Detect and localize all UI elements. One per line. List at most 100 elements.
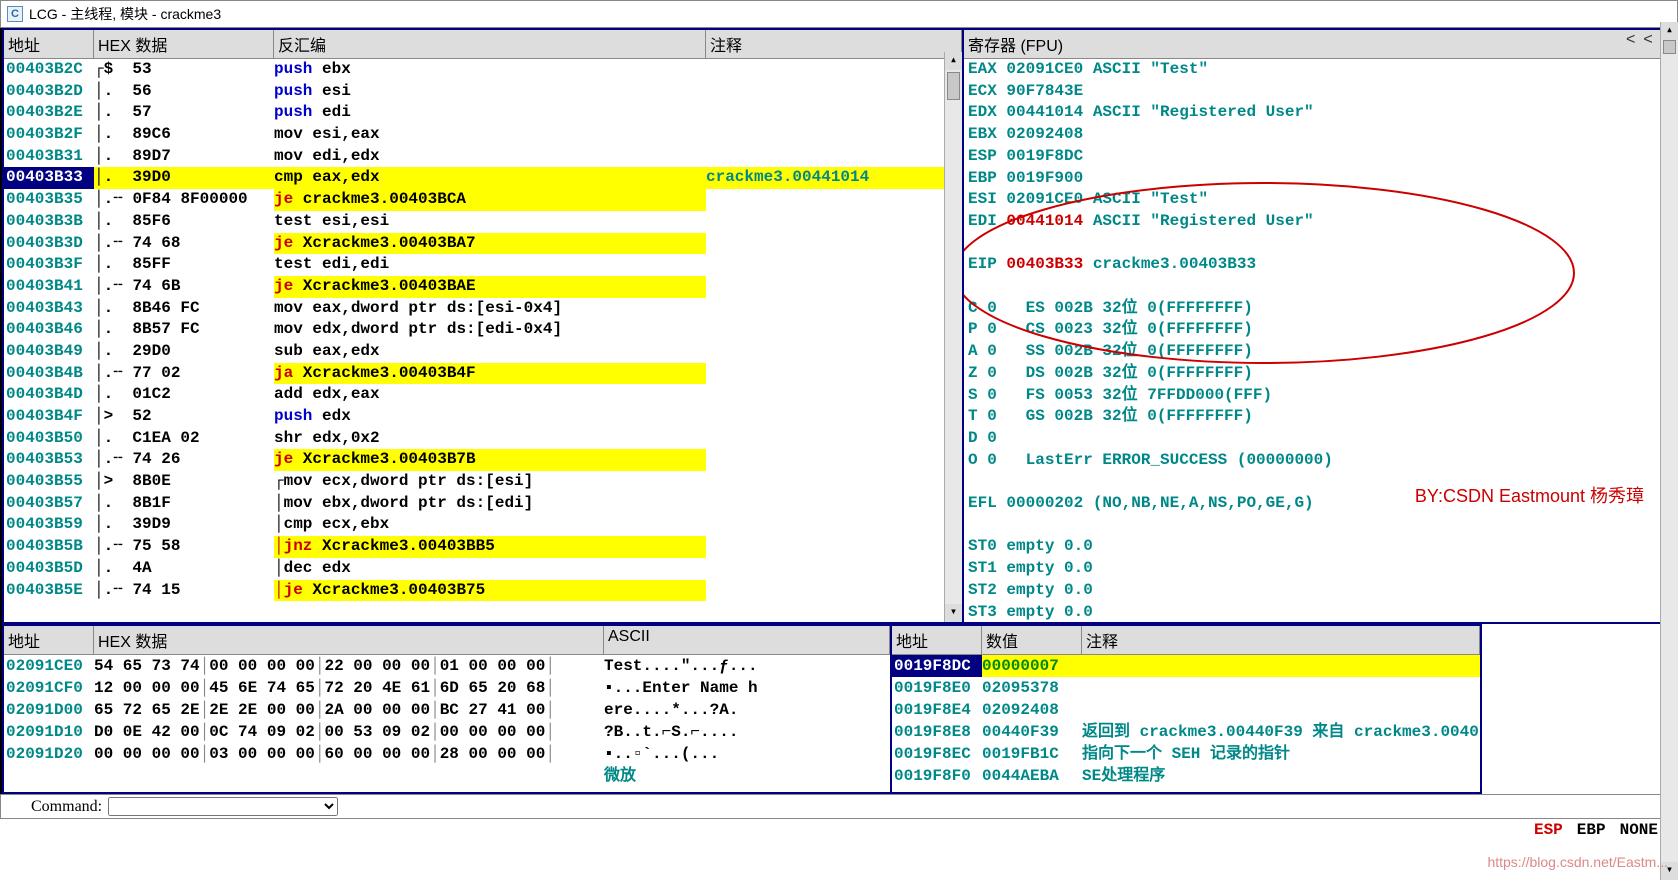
disasm-row[interactable]: 00403B59│. 39D9│cmp ecx,ebx <box>4 514 962 536</box>
disasm-row[interactable]: 00403B31│. 89D7mov edi,edx <box>4 146 962 168</box>
disasm-body[interactable]: 00403B2C┌$ 53push ebx00403B2D│. 56push e… <box>4 59 962 622</box>
registers-panel: 寄存器 (FPU) < < < EAX 02091CE0 ASCII "Test… <box>964 28 1676 624</box>
disasm-row[interactable]: 00403B4F│> 52push edx <box>4 406 962 428</box>
disasm-row[interactable]: 00403B5E│.╌ 74 15│je Xcrackme3.00403B75 <box>4 580 962 602</box>
register-line[interactable]: C 0 ES 002B 32位 0(FFFFFFFF) <box>964 298 1674 320</box>
disasm-row[interactable]: 00403B5B│.╌ 75 58│jnz Xcrackme3.00403BB5 <box>4 536 962 558</box>
hex-row[interactable]: 02091D0065 72 65 2E│2E 2E 00 00│2A 00 00… <box>4 699 890 721</box>
command-label: Command: <box>31 798 102 816</box>
scroll-up-icon[interactable]: ▴ <box>1661 22 1678 40</box>
disasm-row[interactable]: 00403B49│. 29D0sub eax,edx <box>4 341 962 363</box>
stackcol-cmt[interactable]: 注释 <box>1082 626 1480 654</box>
register-line[interactable]: Z 0 DS 002B 32位 0(FFFFFFFF) <box>964 363 1674 385</box>
register-line[interactable]: EDX 00441014 ASCII "Registered User" <box>964 102 1674 124</box>
register-line[interactable]: ST1 empty 0.0 <box>964 558 1674 580</box>
register-line[interactable]: O 0 LastErr ERROR_SUCCESS (00000000) <box>964 450 1674 472</box>
register-line[interactable]: ECX 90F7843E <box>964 81 1674 103</box>
register-line[interactable]: EIP 00403B33 crackme3.00403B33 <box>964 254 1674 276</box>
status-bar: ESP EBP NONE <box>0 819 1678 841</box>
disasm-row[interactable]: 00403B35│.╌ 0F84 8F00000je crackme3.0040… <box>4 189 962 211</box>
main-container: 地址 HEX 数据 反汇编 注释 00403B2C┌$ 53push ebx00… <box>0 28 1678 624</box>
disasm-row[interactable]: 00403B41│.╌ 74 6Bje Xcrackme3.00403BAE <box>4 276 962 298</box>
app-icon: C <box>7 6 23 22</box>
disasm-row[interactable]: 00403B57│. 8B1F│mov ebx,dword ptr ds:[ed… <box>4 493 962 515</box>
register-line[interactable]: T 0 GS 002B 32位 0(FFFFFFFF) <box>964 406 1674 428</box>
hex-body[interactable]: 02091CE054 65 73 74│00 00 00 00│22 00 00… <box>4 655 890 792</box>
stack-row[interactable]: 0019F8F00044AEBASE处理程序 <box>892 765 1480 787</box>
disasm-row[interactable]: 00403B3B│. 85F6test esi,esi <box>4 211 962 233</box>
stackcol-val[interactable]: 数值 <box>982 626 1082 654</box>
register-line[interactable]: ST3 empty 0.0 <box>964 602 1674 622</box>
scroll-up-icon[interactable]: ▴ <box>945 52 962 70</box>
register-line[interactable]: ST0 empty 0.0 <box>964 536 1674 558</box>
disasm-row[interactable]: 00403B4D│. 01C2add edx,eax <box>4 384 962 406</box>
col-cmt[interactable]: 注释 <box>706 30 962 58</box>
disasm-row[interactable]: 00403B3F│. 85FFtest edi,edi <box>4 254 962 276</box>
scroll-thumb[interactable] <box>1663 40 1676 54</box>
disasm-row[interactable]: 00403B3D│.╌ 74 68je Xcrackme3.00403BA7 <box>4 233 962 255</box>
register-line[interactable]: EAX 02091CE0 ASCII "Test" <box>964 59 1674 81</box>
register-line[interactable] <box>964 276 1674 298</box>
stack-row[interactable]: 0019F8DC00000007 <box>892 655 1480 677</box>
register-line[interactable]: ESP 0019F8DC <box>964 146 1674 168</box>
disasm-row[interactable]: 00403B50│. C1EA 02shr edx,0x2 <box>4 428 962 450</box>
register-line[interactable]: A 0 SS 002B 32位 0(FFFFFFFF) <box>964 341 1674 363</box>
scroll-down-icon[interactable]: ▾ <box>945 604 962 622</box>
register-line[interactable]: S 0 FS 0053 32位 7FFDD000(FFF) <box>964 385 1674 407</box>
disasm-row[interactable]: 00403B2E│. 57push edi <box>4 102 962 124</box>
hexcol-addr[interactable]: 地址 <box>4 626 94 654</box>
register-line[interactable] <box>964 233 1674 255</box>
reg-header-label: 寄存器 (FPU) <box>964 30 1674 58</box>
disasm-row[interactable]: 00403B55│> 8B0E┌mov ecx,dword ptr ds:[es… <box>4 471 962 493</box>
register-line[interactable]: ST2 empty 0.0 <box>964 580 1674 602</box>
reg-body[interactable]: EAX 02091CE0 ASCII "Test"ECX 90F7843EEDX… <box>964 59 1674 622</box>
disasm-row[interactable]: 00403B4B│.╌ 77 02ja Xcrackme3.00403B4F <box>4 363 962 385</box>
hex-row[interactable]: 02091CE054 65 73 74│00 00 00 00│22 00 00… <box>4 655 890 677</box>
register-line[interactable]: EBX 02092408 <box>964 124 1674 146</box>
col-asm[interactable]: 反汇编 <box>274 30 706 58</box>
stack-row[interactable]: 0019F8EC0019FB1C指向下一个 SEH 记录的指针 <box>892 743 1480 765</box>
hex-scrollbar[interactable]: ▴ ▾ <box>1660 22 1678 880</box>
disasm-row[interactable]: 00403B46│. 8B57 FCmov edx,dword ptr ds:[… <box>4 319 962 341</box>
col-hex[interactable]: HEX 数据 <box>94 30 274 58</box>
col-addr[interactable]: 地址 <box>4 30 94 58</box>
disasm-row[interactable]: 00403B5D│. 4A│dec edx <box>4 558 962 580</box>
hex-row[interactable]: 02091CF012 00 00 00│45 6E 74 65│72 20 4E… <box>4 677 890 699</box>
command-bar: Command: <box>0 794 1678 819</box>
disasm-row[interactable]: 00403B2F│. 89C6mov esi,eax <box>4 124 962 146</box>
stack-row[interactable]: 0019F8E402092408 <box>892 699 1480 721</box>
hex-row[interactable]: 02091D2000 00 00 00│03 00 00 00│60 00 00… <box>4 743 890 765</box>
register-line[interactable]: EDI 00441014 ASCII "Registered User" <box>964 211 1674 233</box>
disasm-header: 地址 HEX 数据 反汇编 注释 <box>4 30 962 59</box>
watermark: https://blog.csdn.net/Eastm... <box>1487 854 1668 870</box>
hex-panel: 地址 HEX 数据 ASCII 02091CE054 65 73 74│00 0… <box>2 624 892 794</box>
nav-prev2-icon[interactable]: < <box>1643 31 1652 49</box>
register-line[interactable]: ESI 02091CE0 ASCII "Test" <box>964 189 1674 211</box>
stackcol-addr[interactable]: 地址 <box>892 626 982 654</box>
hexcol-ascii[interactable]: ASCII <box>604 626 890 654</box>
disasm-row[interactable]: 00403B2C┌$ 53push ebx <box>4 59 962 81</box>
disasm-row[interactable]: 00403B33│. 39D0cmp eax,edxcrackme3.00441… <box>4 167 962 189</box>
hexcol-hex[interactable]: HEX 数据 <box>94 626 604 654</box>
command-input[interactable] <box>108 797 338 816</box>
window-title: LCG - 主线程, 模块 - crackme3 <box>29 4 221 24</box>
disasm-row[interactable]: 00403B2D│. 56push esi <box>4 81 962 103</box>
nav-prev-icon[interactable]: < <box>1626 31 1635 49</box>
disasm-row[interactable]: 00403B53│.╌ 74 26je Xcrackme3.00403B7B <box>4 449 962 471</box>
register-line[interactable] <box>964 515 1674 537</box>
register-line[interactable]: P 0 CS 0023 32位 0(FFFFFFFF) <box>964 319 1674 341</box>
register-line[interactable]: D 0 <box>964 428 1674 450</box>
stack-row[interactable]: 0019F8E800440F39返回到 crackme3.00440F39 来自… <box>892 721 1480 743</box>
scroll-thumb[interactable] <box>947 72 960 100</box>
status-ebp: EBP <box>1577 821 1606 839</box>
register-line[interactable]: EBP 0019F900 <box>964 168 1674 190</box>
hex-row[interactable]: 02091D10D0 0E 42 00│0C 74 09 02│00 53 09… <box>4 721 890 743</box>
stack-panel: 地址 数值 注释 0019F8DC000000070019F8E00209537… <box>892 624 1482 794</box>
disasm-row[interactable]: 00403B43│. 8B46 FCmov eax,dword ptr ds:[… <box>4 298 962 320</box>
reg-header: 寄存器 (FPU) <box>964 30 1674 59</box>
stack-body[interactable]: 0019F8DC000000070019F8E0020953780019F8E4… <box>892 655 1480 792</box>
disasm-scrollbar[interactable]: ▴ ▾ <box>944 52 962 622</box>
stack-row[interactable]: 0019F8E002095378 <box>892 677 1480 699</box>
disassembly-panel: 地址 HEX 数据 反汇编 注释 00403B2C┌$ 53push ebx00… <box>2 28 964 624</box>
byline-text: BY:CSDN Eastmount 杨秀璋 <box>1415 482 1644 508</box>
